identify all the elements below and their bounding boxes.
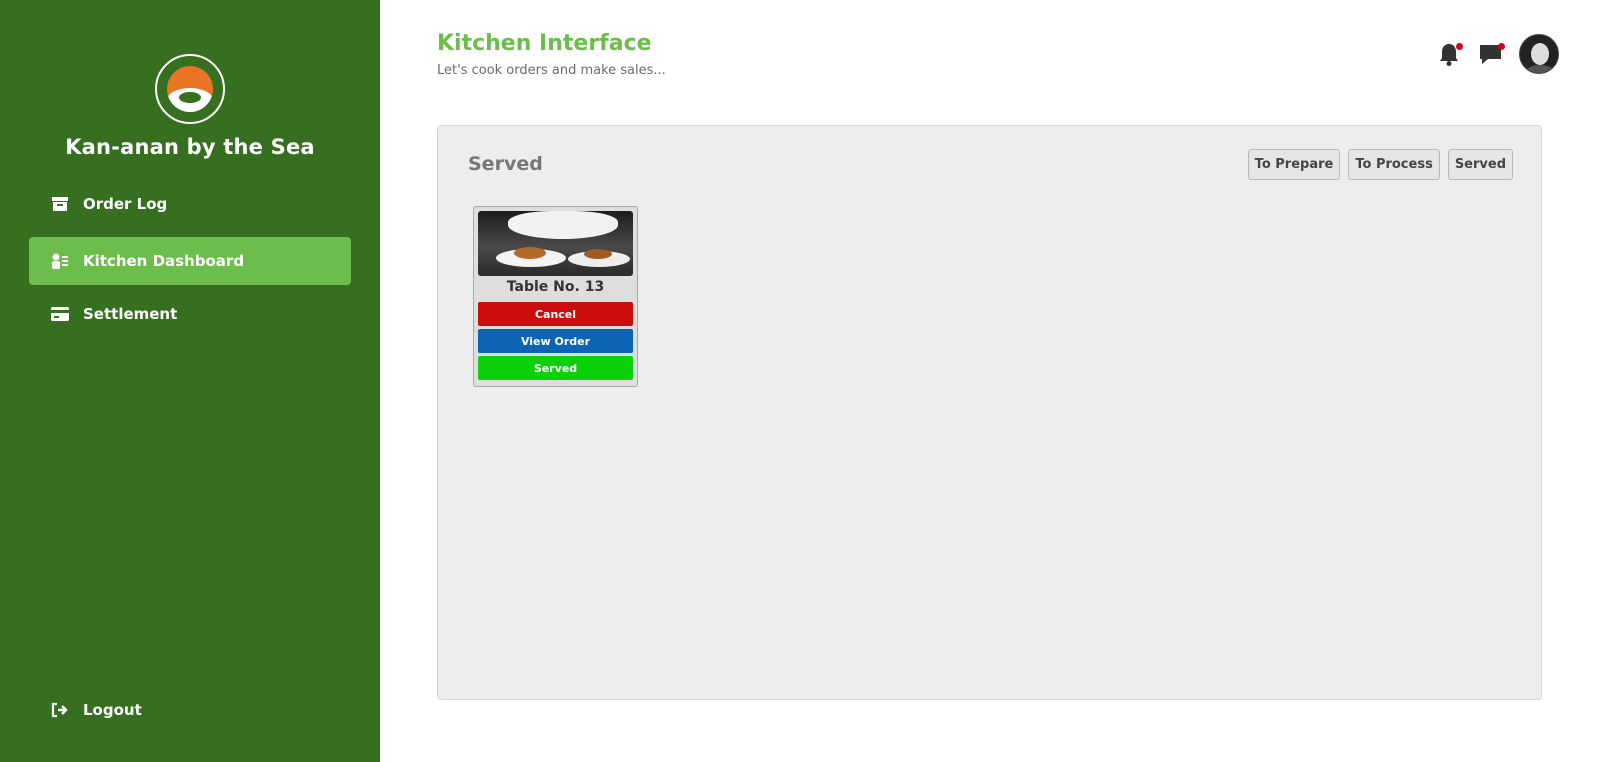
view-order-button[interactable]: View Order <box>478 329 633 353</box>
chef-list-icon <box>51 252 69 270</box>
page-subtitle: Let's cook orders and make sales... <box>437 63 666 78</box>
restaurant-logo <box>155 54 225 124</box>
sidebar-item-label: Settlement <box>83 305 178 323</box>
logout-icon <box>51 701 69 719</box>
message-dot <box>1498 43 1505 50</box>
page-title: Kitchen Interface <box>437 31 652 56</box>
filter-to-prepare-button[interactable]: To Prepare <box>1247 149 1341 180</box>
header-actions <box>1435 34 1559 74</box>
notifications-button[interactable] <box>1435 40 1463 68</box>
sidebar-item-settlement[interactable]: Settlement <box>29 290 351 338</box>
served-button[interactable]: Served <box>478 356 633 380</box>
notification-dot <box>1456 43 1463 50</box>
card-icon <box>51 305 69 323</box>
avatar[interactable] <box>1519 34 1559 74</box>
brand-name: Kan-anan by the Sea <box>65 135 315 159</box>
sidebar-item-kitchen-dashboard[interactable]: Kitchen Dashboard <box>29 237 351 285</box>
archive-icon <box>51 195 69 213</box>
table-label: Table No. 13 <box>506 279 605 295</box>
panel-title: Served <box>468 153 543 175</box>
sidebar-item-label: Order Log <box>83 195 168 213</box>
order-card: Table No. 13 Cancel View Order Served <box>473 206 638 387</box>
cancel-button[interactable]: Cancel <box>478 302 633 326</box>
sidebar: Kan-anan by the Sea Order Log Kitchen Da… <box>0 0 380 762</box>
status-filters: To Prepare To Process Served <box>1247 149 1513 180</box>
orders-panel: Served To Prepare To Process Served Tabl… <box>437 125 1542 700</box>
filter-served-button[interactable]: Served <box>1447 149 1513 180</box>
filter-to-process-button[interactable]: To Process <box>1348 149 1440 180</box>
sidebar-item-label: Kitchen Dashboard <box>83 252 245 270</box>
logout-label: Logout <box>83 701 142 719</box>
order-image <box>478 211 633 276</box>
logout-button[interactable]: Logout <box>29 686 351 734</box>
messages-button[interactable] <box>1477 40 1505 68</box>
sidebar-item-order-log[interactable]: Order Log <box>29 180 351 228</box>
